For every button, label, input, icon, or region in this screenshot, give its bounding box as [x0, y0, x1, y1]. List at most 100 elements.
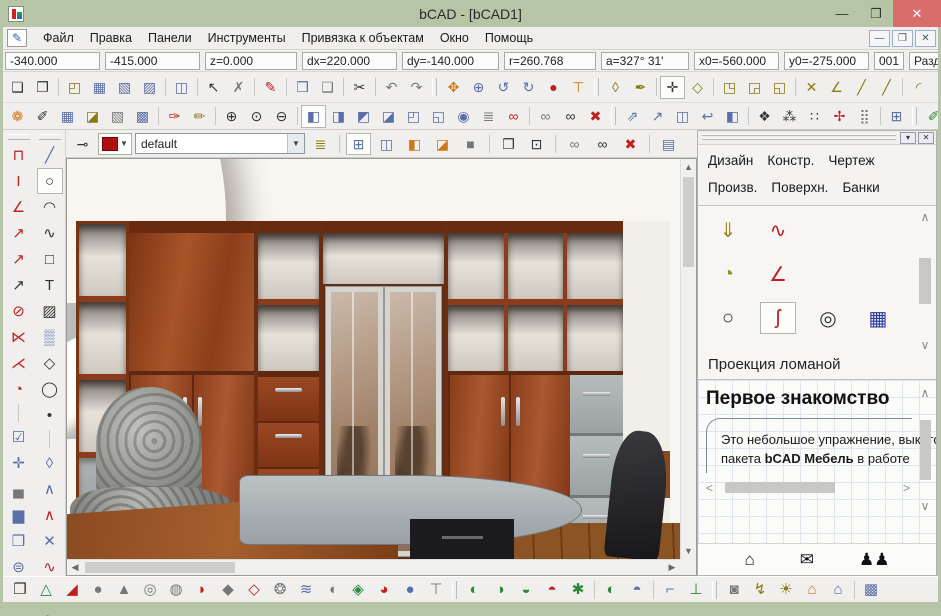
bool-union-button[interactable]: ◐ — [461, 578, 487, 602]
layer-settings-button[interactable]: ≣ — [308, 133, 333, 155]
solid-hemisphere-button[interactable]: ● — [397, 578, 423, 602]
snap-point-button[interactable]: ✛ — [660, 75, 685, 99]
deselect-tool-button[interactable]: ✗ — [226, 76, 251, 99]
solid-pipe-button[interactable]: ◖ — [319, 578, 345, 602]
mdi-close-button[interactable]: ✕ — [915, 29, 936, 47]
panel-menu-button[interactable]: ▾ — [900, 131, 916, 144]
snap-arc-tangent-button[interactable]: ◜ — [906, 76, 931, 99]
scroll-left-icon[interactable]: ◀ — [67, 560, 83, 576]
scene-house-render-button[interactable]: ⌂ — [799, 578, 825, 602]
dim-vector-button[interactable]: ↗ — [6, 272, 32, 298]
find-objects-button[interactable]: ∞ — [533, 105, 558, 128]
dim-angle-poly-button[interactable]: ∠ — [6, 194, 32, 220]
toolbar-grip[interactable] — [7, 134, 30, 140]
draw-text-button[interactable]: T — [37, 272, 63, 298]
draw-ellipse-button[interactable]: ◯ — [37, 376, 63, 402]
solid-cone-button[interactable]: ▲ — [111, 578, 137, 602]
draw-line-button[interactable]: ╱ — [37, 142, 63, 168]
snap-solid-edge-button[interactable]: ◲ — [742, 76, 767, 99]
contacts-icon-button[interactable]: ♟♟ — [859, 550, 889, 570]
extrude-solid-button[interactable]: ❒ — [6, 528, 32, 554]
solid-sphere-button[interactable]: ● — [85, 578, 111, 602]
array-copy-button[interactable]: ⣿ — [852, 105, 877, 128]
draw-arc-button[interactable]: ◠ — [37, 194, 63, 220]
menu-object-snap[interactable]: Привязка к объектам — [294, 29, 432, 47]
viewport-3d[interactable]: ▲ ▼ ◀ ▶ — [66, 158, 697, 576]
group-edit-button[interactable]: ∷ — [802, 105, 827, 128]
save-copy-button[interactable]: ◫ — [169, 76, 194, 99]
bool-subtract-button[interactable]: ◑ — [487, 578, 513, 602]
dim-width-button[interactable]: ⊓ — [6, 142, 32, 168]
scroll-up-icon[interactable]: ∧ — [921, 386, 930, 400]
open-file-button[interactable]: ◰ — [62, 76, 87, 99]
find-clear-button[interactable]: ✖ — [583, 105, 608, 128]
active-color-button[interactable]: ▼ — [98, 132, 132, 155]
view-top-button[interactable]: ◰ — [401, 105, 426, 128]
panel-drag-handle[interactable] — [702, 134, 896, 141]
grid-toggle-button[interactable]: ▦ — [55, 105, 80, 128]
menu-window[interactable]: Окно — [432, 29, 477, 47]
hammer-tool-button[interactable]: ⊤ — [566, 76, 591, 99]
solid-elbow-button[interactable]: ◕ — [371, 578, 397, 602]
solid-pyramid-button[interactable]: △ — [33, 578, 59, 602]
viewport-hscrollbar[interactable]: ◀ ▶ — [67, 559, 680, 575]
fillet-corner-button[interactable]: ∧ — [37, 476, 63, 502]
paste-clipboard-button[interactable]: ❑ — [315, 76, 340, 99]
spotlight-tool-button[interactable]: ↯ — [747, 578, 773, 602]
view-iso-ne-button[interactable]: ◩ — [351, 105, 376, 128]
pen-tool-button[interactable]: ✑ — [162, 105, 187, 128]
light-source-button[interactable]: ☀ — [773, 578, 799, 602]
dim-arc-sector-button[interactable]: ◔ — [6, 376, 32, 402]
viewport-vscrollbar[interactable]: ▲ ▼ — [680, 159, 696, 559]
solid-torus-button[interactable]: ◎ — [137, 578, 163, 602]
orbit-continuous-button[interactable]: ↻ — [516, 76, 541, 99]
scroll-right-icon[interactable]: > — [903, 481, 910, 495]
view-iso-sw-button[interactable]: ◧ — [301, 104, 326, 128]
lesson-vscroll-thumb[interactable] — [919, 419, 931, 480]
tab-banks[interactable]: Банки — [842, 180, 879, 195]
hatch-pattern-button[interactable]: ▒ — [37, 324, 63, 350]
view-find-select-button[interactable]: ∞ — [590, 133, 615, 155]
object-info-button[interactable]: ≣ — [476, 105, 501, 128]
scroll-left-icon[interactable]: < — [706, 481, 713, 495]
group-explode-button[interactable]: ⁂ — [777, 105, 802, 128]
save-all-button[interactable]: ▨ — [137, 76, 162, 99]
tab-production[interactable]: Произв. — [708, 180, 757, 195]
stop-render-button[interactable]: ● — [541, 76, 566, 99]
edit-spline-3-button[interactable]: ∿ — [37, 606, 63, 616]
mdi-minimize-button[interactable]: — — [869, 29, 890, 47]
find-select-button[interactable]: ∞ — [558, 105, 583, 128]
snap-solid-face-button[interactable]: ◱ — [767, 76, 792, 99]
undo-button[interactable]: ↶ — [379, 76, 404, 99]
dim-spline-x-button[interactable]: ⋉ — [6, 324, 32, 350]
scroll-right-icon[interactable]: ▶ — [664, 560, 680, 576]
new-document-button[interactable]: ❏ — [5, 76, 30, 99]
snap-arc-point-button[interactable]: ◝ — [931, 76, 938, 99]
scale-object-button[interactable]: ◧ — [720, 105, 745, 128]
layer-checklist-button[interactable]: ☑ — [6, 424, 32, 450]
dim-ellipse-button[interactable]: ⊘ — [6, 298, 32, 324]
color-palette-button[interactable]: ❁ — [5, 105, 30, 128]
solid-tprofile-button[interactable]: ⊤ — [423, 578, 449, 602]
bool-split-button[interactable]: ✱ — [565, 578, 591, 602]
scroll-down-icon[interactable]: ∨ — [921, 338, 930, 352]
cut-clipboard-button[interactable]: ✂ — [347, 76, 372, 99]
menu-file[interactable]: Файл — [35, 29, 82, 47]
zoom-in-button[interactable]: ⊕ — [219, 105, 244, 128]
dim-vertical-button[interactable]: I — [6, 168, 32, 194]
tab-construction[interactable]: Констр. — [767, 153, 814, 168]
new-window-button[interactable]: ❐ — [30, 76, 55, 99]
render-hidden-line-button[interactable]: ◫ — [374, 133, 399, 155]
lesson-hscrollbar[interactable]: < > — [706, 481, 912, 495]
zoom-window-button[interactable]: ⊙ — [244, 105, 269, 128]
view-box-1-button[interactable]: ❒ — [496, 133, 521, 155]
dim-spline-k-button[interactable]: ⋌ — [6, 350, 32, 376]
snap-workplane-button[interactable]: ◊ — [603, 76, 628, 99]
solid-segment-button[interactable]: ◗ — [189, 578, 215, 602]
polyline-nodes-tool-button[interactable]: ∿ — [760, 214, 796, 246]
solid-box-button[interactable]: ❒ — [7, 578, 33, 602]
brush-tool-button[interactable]: ✏ — [187, 105, 212, 128]
group-select-button[interactable]: ✢ — [827, 105, 852, 128]
solid-wedge-button[interactable]: ◢ — [59, 578, 85, 602]
lesson-vscrollbar[interactable]: ∧ ∨ — [917, 386, 933, 513]
